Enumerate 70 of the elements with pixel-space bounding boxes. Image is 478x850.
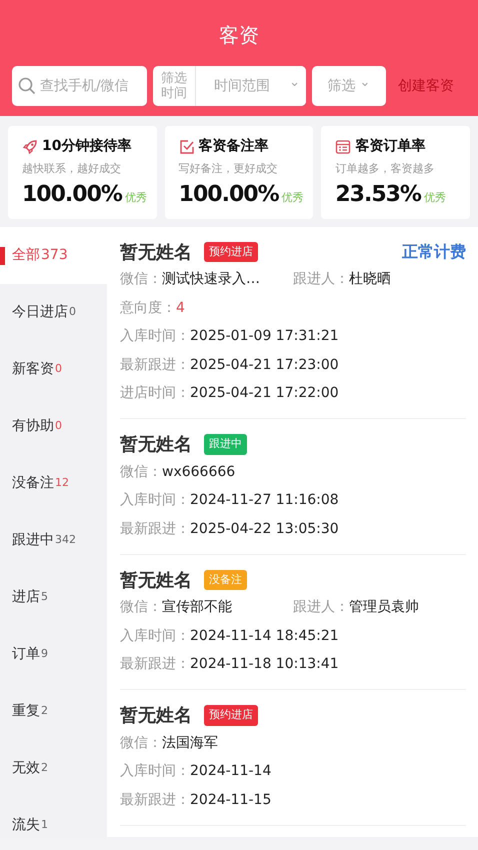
field-label: 入库时间： [120,327,190,346]
field-value: 2025-04-21 17:22:00 [190,384,339,404]
field-label: 最新跟进： [120,790,190,810]
field-value: 2024-11-14 18:45:21 [190,626,339,646]
status-tag: 预约进店 [204,242,258,262]
category-tab[interactable]: 无效2 [0,740,107,796]
field-label: 微信： [120,462,162,482]
category-tab[interactable]: 有协助 0 [0,398,107,454]
field-label: 最新跟进： [120,356,190,375]
category-tab[interactable]: 流失 1 [0,796,107,836]
page-title: 客资 [218,22,260,49]
field-value: 2025-04-22 13:05:30 [190,520,339,539]
customer-name: 暂无姓名 [120,704,192,728]
category-tab[interactable]: 订单9 [0,626,107,682]
field-label: 入库时间： [120,491,190,510]
stat-value: 100.00% [22,180,122,208]
stat-title: 客资订单率 [355,136,426,156]
field-value: 宣传部不能 [162,598,232,618]
category-tab[interactable]: 重复2 [0,682,107,740]
field-value: 4 [176,298,185,318]
stat-title: 客资备注率 [198,136,269,156]
field-value: 法国海军 [162,734,218,753]
field-label: 微信： [120,734,162,753]
field-value: 2024-11-14 [190,762,272,782]
category-tab[interactable]: 没备注 12 [0,454,107,512]
category-tab[interactable]: 今日进店0 [0,284,107,340]
field-label: 跟进人： [293,598,349,618]
field-label: 入库时间： [120,626,190,646]
customer-name: 暂无姓名 [120,568,192,592]
grade-label: 优秀 [424,190,446,206]
status-tag: 跟进中 [204,434,247,455]
field-value: 管理员袁帅 [349,598,419,618]
stat-title: 10分钟接待率 [42,136,132,156]
field-label: 跟进人： [293,270,349,290]
status-tag: 没备注 [204,570,247,590]
stat-subtitle: 订单越多，客资越多 [335,161,436,177]
search-icon [18,77,36,95]
checkbox-icon [178,138,195,154]
stat-subtitle: 写好备注，更好成交 [178,161,279,177]
search-box[interactable]: 查找手机/微信 [12,66,147,106]
stat-value: 23.53% [335,180,421,208]
field-value: 2024-11-27 11:16:08 [190,491,339,510]
customer-name: 暂无姓名 [120,240,192,264]
stat-value: 100.00% [178,180,279,208]
grade-label: 优秀 [124,190,147,206]
billing-status: 正常计费 [402,241,466,263]
field-label: 最新跟进： [120,520,190,539]
field-value: 2025-04-21 17:23:00 [190,356,339,375]
field-label: 最新跟进： [120,655,190,674]
category-tab[interactable]: 全部373 [0,226,107,284]
category-tab[interactable]: 跟进中 342 [0,512,107,568]
field-label: 进店时间： [120,384,190,404]
field-value: 测试快速录入… [162,270,260,290]
field-value: wx666666 [162,462,236,482]
stat-subtitle: 越快联系，越好成交 [22,161,122,177]
field-label: 入库时间： [120,762,190,782]
field-label: 微信： [120,598,162,618]
list-icon [335,138,352,154]
field-value: 2024-11-18 10:13:41 [190,655,339,674]
category-tab[interactable]: 进店5 [0,568,107,626]
field-value: 2024-11-15 [190,790,272,810]
status-tag: 预约进店 [204,705,258,726]
field-value: 杜晓晒 [349,270,391,290]
customer-name: 暂无姓名 [120,433,192,457]
grade-label: 优秀 [282,190,304,206]
field-label: 意向度： [120,298,176,318]
category-tab[interactable]: 新客资0 [0,340,107,398]
field-label: 微信： [120,270,162,290]
rocket-icon [22,138,38,154]
field-value: 2025-01-09 17:31:21 [190,327,339,346]
